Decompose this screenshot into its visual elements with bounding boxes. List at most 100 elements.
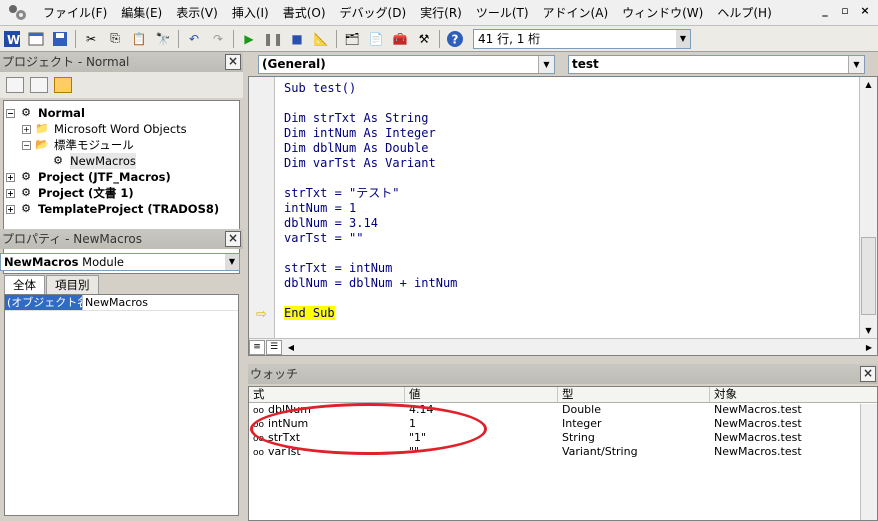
- watch-value[interactable]: 1: [405, 417, 558, 431]
- tree-item-word-objects[interactable]: + 📁 Microsoft Word Objects: [6, 121, 237, 137]
- chevron-down-icon[interactable]: ▼: [538, 56, 554, 73]
- menu-run[interactable]: 実行(R): [413, 2, 469, 24]
- undo-icon[interactable]: ↶: [184, 29, 204, 49]
- object-selector[interactable]: NewMacros Module ▼: [0, 253, 240, 271]
- properties-window-icon[interactable]: 📄: [366, 29, 386, 49]
- menu-debug[interactable]: デバッグ(D): [333, 2, 414, 24]
- restore-icon[interactable]: ▫: [838, 4, 852, 18]
- insert-module-icon[interactable]: [26, 29, 46, 49]
- toolbox-icon[interactable]: ⚒: [414, 29, 434, 49]
- vertical-scrollbar[interactable]: ▲ ▼: [859, 77, 877, 339]
- code-line[interactable]: Dim dblNum As Double: [284, 141, 457, 156]
- code-line[interactable]: intNum = 1: [284, 201, 457, 216]
- expand-icon[interactable]: +: [6, 188, 15, 198]
- menu-format[interactable]: 書式(O): [276, 2, 333, 24]
- expand-icon[interactable]: +: [22, 124, 31, 134]
- reset-icon[interactable]: ■: [287, 29, 307, 49]
- close-icon[interactable]: ×: [860, 366, 876, 382]
- code-line[interactable]: End Sub: [284, 306, 457, 321]
- scroll-thumb[interactable]: [861, 237, 876, 315]
- collapse-icon[interactable]: −: [22, 140, 31, 150]
- table-row[interactable]: oo dblNum 4.14 Double NewMacros.test: [249, 403, 877, 417]
- tree-item-document1[interactable]: + ⚙ Project (文書 1): [6, 185, 237, 201]
- menu-view[interactable]: 表示(V): [169, 2, 225, 24]
- break-icon[interactable]: ❚❚: [263, 29, 283, 49]
- copy-icon[interactable]: ⎘: [105, 29, 125, 49]
- code-line[interactable]: Sub test(): [284, 81, 457, 96]
- code-line[interactable]: [284, 96, 457, 111]
- save-icon[interactable]: [50, 29, 70, 49]
- indicator-margin[interactable]: ⇨: [249, 77, 275, 339]
- code-line[interactable]: Dim varTst As Variant: [284, 156, 457, 171]
- word-icon[interactable]: W: [2, 29, 22, 49]
- tree-item-newmacros[interactable]: ⚙ NewMacros: [6, 153, 237, 169]
- code-line[interactable]: [284, 291, 457, 306]
- menu-edit[interactable]: 編集(E): [114, 2, 169, 24]
- property-row[interactable]: (オブジェクト名) NewMacros: [5, 295, 238, 311]
- tree-item-template-project[interactable]: + ⚙ TemplateProject (TRADOS8): [6, 201, 237, 217]
- tab-alphabetic[interactable]: 全体: [4, 275, 45, 294]
- paste-icon[interactable]: 📋: [129, 29, 149, 49]
- view-object-button[interactable]: [30, 77, 48, 93]
- watch-value[interactable]: 4.14: [405, 403, 558, 417]
- watch-value[interactable]: "": [405, 445, 558, 459]
- menu-tools[interactable]: ツール(T): [469, 2, 536, 24]
- code-line[interactable]: Dim intNum As Integer: [284, 126, 457, 141]
- close-icon[interactable]: ×: [225, 231, 241, 247]
- property-value[interactable]: NewMacros: [83, 295, 148, 310]
- collapse-icon[interactable]: −: [6, 108, 15, 118]
- tree-item-modules[interactable]: − 📂 標準モジュール: [6, 137, 237, 153]
- run-icon[interactable]: ▶: [239, 29, 259, 49]
- code-editor[interactable]: ⇨ Sub test() Dim strTxt As String Dim int…: [248, 76, 878, 356]
- expand-icon[interactable]: +: [6, 204, 15, 214]
- find-icon[interactable]: 🔭: [153, 29, 173, 49]
- column-context[interactable]: 対象: [710, 387, 877, 402]
- object-browser-icon[interactable]: 🧰: [390, 29, 410, 49]
- chevron-down-icon[interactable]: ▼: [676, 29, 690, 48]
- toggle-folders-button[interactable]: [54, 77, 72, 93]
- code-line[interactable]: [284, 171, 457, 186]
- scroll-up-icon[interactable]: ▲: [860, 77, 877, 93]
- code-line[interactable]: strTxt = intNum: [284, 261, 457, 276]
- full-module-view-icon[interactable]: ☰: [266, 339, 282, 355]
- menu-insert[interactable]: 挿入(I): [225, 2, 276, 24]
- close-icon[interactable]: ×: [225, 54, 241, 70]
- code-line[interactable]: varTst = "": [284, 231, 457, 246]
- column-type[interactable]: 型: [558, 387, 710, 402]
- procedure-view-icon[interactable]: ≡: [249, 339, 265, 355]
- scroll-left-icon[interactable]: ◀: [283, 343, 299, 352]
- menu-help[interactable]: ヘルプ(H): [710, 2, 778, 24]
- help-icon[interactable]: ?: [445, 29, 465, 49]
- table-row[interactable]: oo intNum 1 Integer NewMacros.test: [249, 417, 877, 431]
- expand-icon[interactable]: +: [6, 172, 15, 182]
- menu-window[interactable]: ウィンドウ(W): [615, 2, 710, 24]
- redo-icon[interactable]: ↷: [208, 29, 228, 49]
- scroll-down-icon[interactable]: ▼: [860, 323, 877, 339]
- code-line[interactable]: strTxt = "テスト": [284, 186, 457, 201]
- chevron-down-icon[interactable]: ▼: [848, 56, 864, 73]
- chevron-down-icon[interactable]: ▼: [225, 254, 239, 270]
- column-value[interactable]: 値: [405, 387, 558, 402]
- watch-value[interactable]: "1": [405, 431, 558, 445]
- close-icon[interactable]: ×: [858, 4, 872, 18]
- column-expression[interactable]: 式: [249, 387, 405, 402]
- scroll-right-icon[interactable]: ▶: [861, 343, 877, 352]
- table-row[interactable]: oo strTxt "1" String NewMacros.test: [249, 431, 877, 445]
- project-explorer-icon[interactable]: 🗂: [342, 29, 362, 49]
- code-line[interactable]: [284, 246, 457, 261]
- design-mode-icon[interactable]: 📐: [311, 29, 331, 49]
- procedure-combo[interactable]: test ▼: [568, 55, 865, 74]
- horizontal-scrollbar[interactable]: ≡ ☰ ◀ ▶: [249, 338, 877, 355]
- tree-item-jtf-macros[interactable]: + ⚙ Project (JTF_Macros): [6, 169, 237, 185]
- object-combo[interactable]: (General) ▼: [258, 55, 555, 74]
- tree-item-normal[interactable]: − ⚙ Normal: [6, 105, 237, 121]
- menu-addins[interactable]: アドイン(A): [536, 2, 616, 24]
- code-text[interactable]: Sub test() Dim strTxt As String Dim intNu…: [284, 81, 457, 321]
- minimize-icon[interactable]: _: [818, 4, 832, 18]
- tab-categorized[interactable]: 項目別: [46, 275, 99, 294]
- view-code-button[interactable]: [6, 77, 24, 93]
- code-line[interactable]: Dim strTxt As String: [284, 111, 457, 126]
- cut-icon[interactable]: ✂: [81, 29, 101, 49]
- watch-vertical-scrollbar[interactable]: [860, 404, 877, 520]
- code-line[interactable]: dblNum = 3.14: [284, 216, 457, 231]
